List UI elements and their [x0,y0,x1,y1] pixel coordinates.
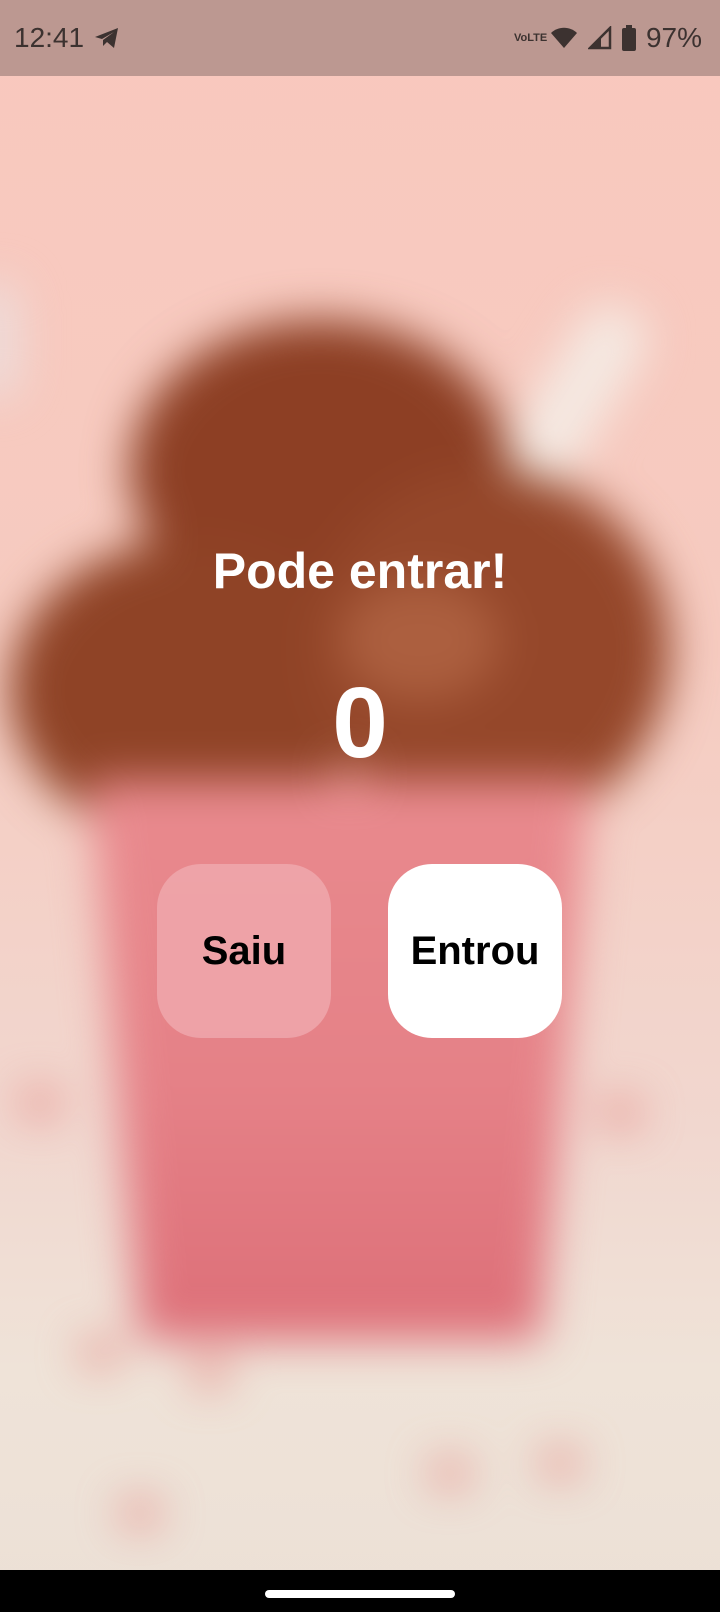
battery-percentage: 97% [645,22,702,53]
status-time: 12:41 [14,22,85,53]
exit-button[interactable]: Saiu [157,864,331,1038]
wifi-icon [550,26,578,50]
signal-icon [587,26,612,50]
status-bar: 12:41 Vo LTE 97% [0,0,720,76]
home-gesture-handle[interactable] [265,1590,455,1598]
navigation-bar [0,1570,720,1612]
status-message: Pode entrar! [212,543,508,599]
battery-icon [621,25,636,51]
main-content: Pode entrar! 0 Saiu Entrou [0,76,720,1570]
people-counter: 0 [332,667,388,779]
telegram-icon [94,26,120,50]
volte-icon: Vo LTE [513,31,548,44]
enter-button[interactable]: Entrou [388,864,562,1038]
app-screen: 12:41 Vo LTE 97% Pode entrar! 0 Saiu Ent… [0,0,720,1612]
